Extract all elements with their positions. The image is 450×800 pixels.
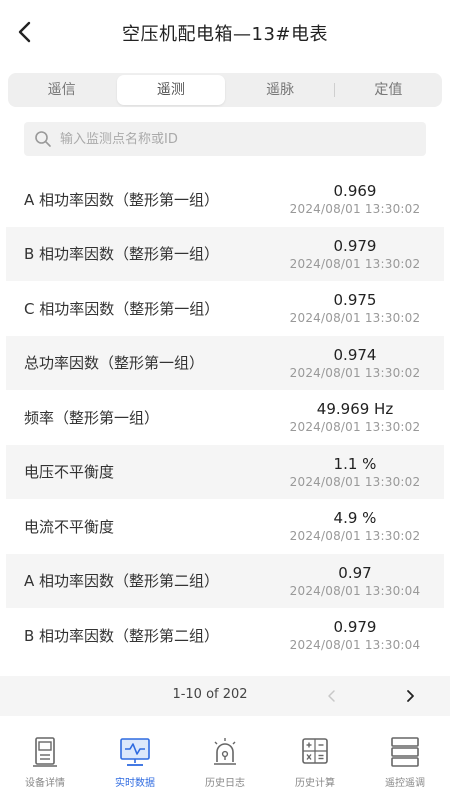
measurement-reading: 49.969 Hz 2024/08/01 13:30:02 [282, 399, 428, 435]
measurement-value: 1.1 % [333, 454, 377, 473]
list-item[interactable]: 电流不平衡度 4.9 % 2024/08/01 13:30:02 [6, 499, 444, 554]
list-item[interactable]: B 相功率因数（整形第二组） 0.979 2024/08/01 13:30:04 [6, 608, 444, 663]
remote-control-icon [391, 737, 419, 767]
measurement-value: 0.974 [333, 345, 377, 364]
measurement-timestamp: 2024/08/01 13:30:02 [289, 474, 421, 489]
measurement-timestamp: 2024/08/01 13:30:02 [289, 365, 421, 380]
measurement-name: A 相功率因数（整形第二组） [24, 572, 220, 591]
nav-realtime-data[interactable]: 实时数据 [90, 724, 180, 800]
nav-label: 历史计算 [295, 778, 335, 789]
measurement-reading: 0.97 2024/08/01 13:30:04 [282, 563, 428, 599]
page-title: 空压机配电箱—13#电表 [122, 24, 328, 45]
measurement-reading: 0.969 2024/08/01 13:30:02 [282, 181, 428, 217]
list-item[interactable]: 总功率因数（整形第一组） 0.974 2024/08/01 13:30:02 [6, 335, 444, 390]
chevron-right-icon [407, 690, 414, 702]
device-detail-icon [33, 737, 57, 767]
list-item[interactable]: B 相功率因数（整形第一组） 0.979 2024/08/01 13:30:02 [6, 226, 444, 281]
measurement-timestamp: 2024/08/01 13:30:02 [289, 202, 421, 217]
measurement-name: 频率（整形第一组） [24, 408, 160, 427]
search-icon [35, 131, 51, 147]
tab-yaoxin[interactable]: 遥信 [8, 75, 115, 105]
measurement-value: 0.97 [338, 563, 372, 582]
measurement-reading: 1.1 % 2024/08/01 13:30:02 [282, 454, 428, 490]
segmented-tabs: 遥信 遥测 遥脉 定值 [8, 73, 442, 107]
list-item[interactable]: 频率（整形第一组） 49.969 Hz 2024/08/01 13:30:02 [6, 390, 444, 445]
measurement-value: 49.969 Hz [316, 400, 394, 419]
measurement-reading: 0.975 2024/08/01 13:30:02 [282, 290, 428, 326]
measurement-timestamp: 2024/08/01 13:30:04 [289, 638, 421, 653]
measurement-name: 电流不平衡度 [24, 517, 115, 536]
measurement-name: A 相功率因数（整形第一组） [24, 190, 220, 209]
nav-label: 历史日志 [205, 778, 245, 789]
nav-label: 设备详情 [25, 778, 65, 789]
measurement-timestamp: 2024/08/01 13:30:02 [289, 311, 421, 326]
measurement-value: 4.9 % [333, 509, 377, 528]
measurement-name: 总功率因数（整形第一组） [24, 354, 205, 373]
measurement-timestamp: 2024/08/01 13:30:04 [289, 583, 421, 598]
measurement-list[interactable]: A 相功率因数（整形第一组） 0.969 2024/08/01 13:30:02 B … [6, 172, 444, 676]
list-item[interactable]: C 相功率因数（整形第一组） 0.975 2024/08/01 13:30:02 [6, 281, 444, 336]
measurement-timestamp: 2024/08/01 13:30:02 [289, 529, 421, 544]
pagination-range: 1-10 of 202 [172, 687, 248, 702]
measurement-value: 0.969 [333, 182, 377, 201]
tab-yaoce[interactable]: 遥测 [117, 75, 225, 105]
next-page-button[interactable] [400, 686, 420, 706]
measurement-name: B 相功率因数（整形第二组） [24, 626, 220, 645]
list-item[interactable]: A 相功率因数（整形第一组） 0.969 2024/08/01 13:30:02 [6, 172, 444, 227]
measurement-name: B 相功率因数（整形第一组） [24, 245, 220, 264]
nav-label: 遥控遥调 [385, 778, 425, 789]
measurement-value: 0.979 [333, 236, 377, 255]
alarm-light-icon [214, 738, 236, 765]
chevron-left-icon [328, 690, 335, 702]
bottom-nav: 设备详情 实时数据 历史日志 历史计算 遥控遥调 [0, 724, 450, 800]
measurement-name: 电压不平衡度 [24, 463, 115, 482]
header-bar: 空压机配电箱—13#电表 [0, 0, 450, 64]
prev-page-button[interactable] [322, 686, 342, 706]
measurement-timestamp: 2024/08/01 13:30:02 [289, 420, 421, 435]
nav-device-detail[interactable]: 设备详情 [0, 724, 90, 800]
nav-remote-control[interactable]: 遥控遥调 [360, 724, 450, 800]
search-box[interactable] [24, 122, 426, 156]
measurement-value: 0.975 [333, 291, 377, 310]
nav-history-calc[interactable]: 历史计算 [270, 724, 360, 800]
list-item[interactable]: A 相功率因数（整形第二组） 0.97 2024/08/01 13:30:04 [6, 553, 444, 608]
measurement-reading: 0.979 2024/08/01 13:30:02 [282, 236, 428, 272]
search-input[interactable] [60, 131, 400, 147]
realtime-monitor-icon [120, 738, 150, 766]
pagination-bar: 1-10 of 202 [0, 676, 450, 716]
tab-yaomai[interactable]: 遥脉 [227, 75, 334, 105]
list-item[interactable]: 电压不平衡度 1.1 % 2024/08/01 13:30:02 [6, 444, 444, 499]
measurement-name: C 相功率因数（整形第一组） [24, 299, 220, 318]
measurement-reading: 4.9 % 2024/08/01 13:30:02 [282, 508, 428, 544]
measurement-reading: 0.979 2024/08/01 13:30:04 [282, 617, 428, 653]
measurement-value: 0.979 [333, 618, 377, 637]
calculator-icon [302, 738, 328, 764]
measurement-timestamp: 2024/08/01 13:30:02 [289, 256, 421, 271]
nav-label: 实时数据 [115, 778, 155, 789]
measurement-reading: 0.974 2024/08/01 13:30:02 [282, 345, 428, 381]
nav-history-log[interactable]: 历史日志 [180, 724, 270, 800]
tab-dingzhi[interactable]: 定值 [335, 75, 442, 105]
